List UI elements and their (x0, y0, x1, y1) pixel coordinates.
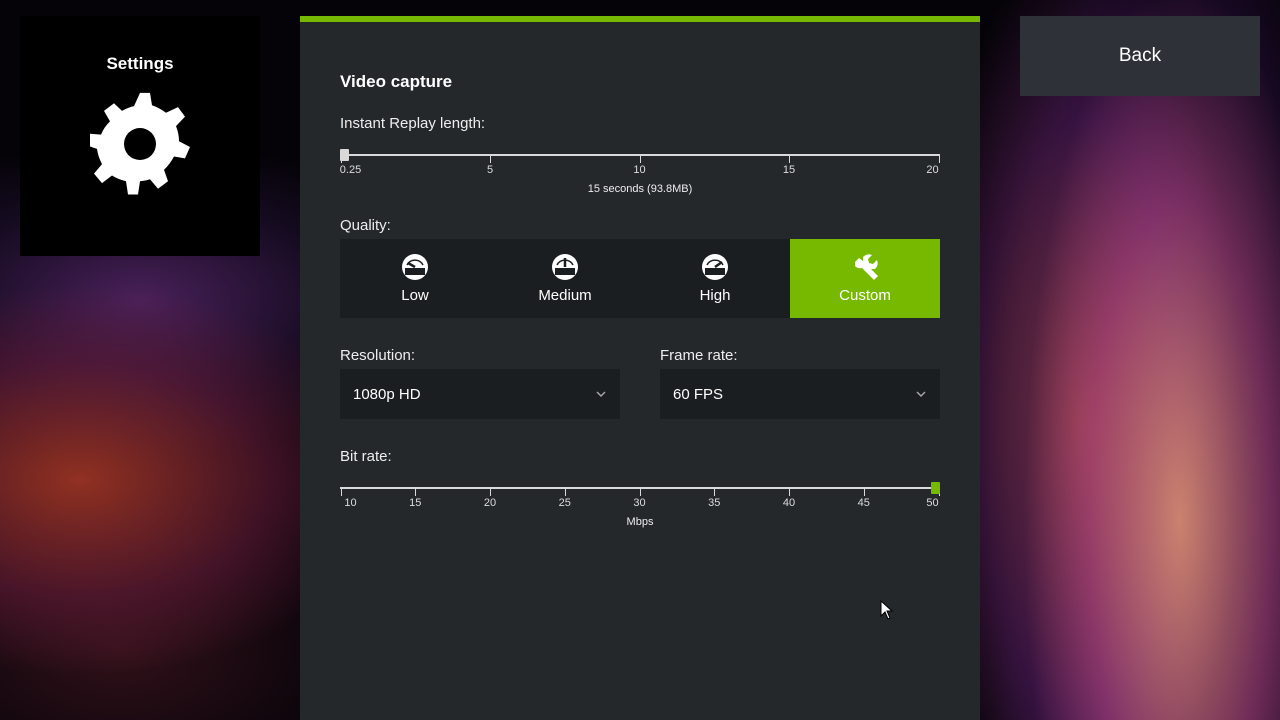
bitrate-tick-label: 30 (633, 497, 646, 509)
frame-rate-value: 60 FPS (673, 385, 724, 403)
chevron-down-icon (596, 391, 606, 397)
video-capture-panel: Video capture Instant Replay length: 0.2… (300, 16, 980, 720)
bitrate-tick-label: 15 (409, 497, 422, 509)
bitrate-tick-label: 50 (926, 497, 939, 509)
replay-slider-thumb[interactable] (340, 149, 349, 161)
quality-custom-button[interactable]: Custom (790, 239, 940, 318)
quality-medium-label: Medium (538, 287, 592, 304)
settings-tile: Settings (20, 16, 260, 256)
replay-tick-label: 20 (926, 164, 939, 176)
replay-tick (938, 154, 940, 163)
bit-rate-unit: Mbps (626, 516, 654, 528)
bitrate-tick-label: 10 (344, 497, 357, 509)
bitrate-tick (564, 487, 566, 496)
bitrate-tick (863, 487, 865, 496)
quality-selector: Low Medium High Custom (340, 239, 940, 318)
quality-low-button[interactable]: Low (340, 239, 490, 318)
bitrate-tick (490, 487, 491, 496)
frame-rate-label: Frame rate: (660, 347, 738, 364)
quality-low-label: Low (401, 287, 429, 304)
bitrate-tick-label: 40 (782, 497, 796, 509)
frame-rate-dropdown[interactable]: 60 FPS (660, 369, 940, 419)
bitrate-tick-label: 25 (558, 497, 571, 509)
settings-title: Settings (106, 54, 174, 73)
wrench-icon (855, 254, 878, 280)
quality-high-button[interactable]: High (640, 239, 790, 318)
quality-label: Quality: (340, 217, 391, 234)
quality-custom-label: Custom (839, 287, 891, 304)
gauge-low-icon (402, 254, 428, 280)
gear-icon (90, 92, 190, 195)
resolution-label: Resolution: (340, 347, 416, 364)
instant-replay-caption: 15 seconds (93.8MB) (587, 183, 693, 195)
bitrate-tick-label: 35 (708, 497, 721, 509)
quality-high-label: High (699, 287, 731, 304)
resolution-value: 1080p HD (353, 385, 421, 403)
bitrate-tick (639, 487, 641, 496)
bitrate-tick (714, 487, 716, 496)
back-button[interactable]: Back (1020, 16, 1260, 96)
bitrate-tick (415, 487, 417, 496)
bitrate-tick (789, 487, 790, 496)
bitrate-slider-thumb[interactable] (931, 482, 940, 494)
gauge-medium-icon (552, 254, 578, 280)
replay-tick-label: 5 (486, 164, 494, 176)
chevron-down-icon (916, 391, 926, 397)
instant-replay-slider[interactable]: 0.25 5 10 15 20 (340, 144, 940, 184)
instant-replay-label: Instant Replay length: (340, 115, 486, 132)
replay-tick-label: 10 (633, 164, 646, 176)
bit-rate-slider[interactable]: 10 15 20 25 30 35 40 45 50 (340, 477, 940, 517)
replay-tick-label: 15 (782, 164, 796, 176)
bitrate-tick (340, 487, 342, 496)
bit-rate-label: Bit rate: (340, 448, 392, 465)
bitrate-tick-label: 20 (483, 497, 497, 509)
bitrate-tick-label: 45 (857, 497, 870, 509)
resolution-dropdown[interactable]: 1080p HD (340, 369, 620, 419)
replay-tick (490, 154, 491, 163)
section-title: Video capture (340, 72, 453, 91)
replay-tick-label: 0.25 (339, 164, 362, 176)
quality-medium-button[interactable]: Medium (490, 239, 640, 318)
replay-tick (639, 154, 641, 163)
gauge-high-icon (702, 254, 728, 280)
replay-tick (789, 154, 790, 163)
mouse-cursor-icon (880, 600, 894, 620)
